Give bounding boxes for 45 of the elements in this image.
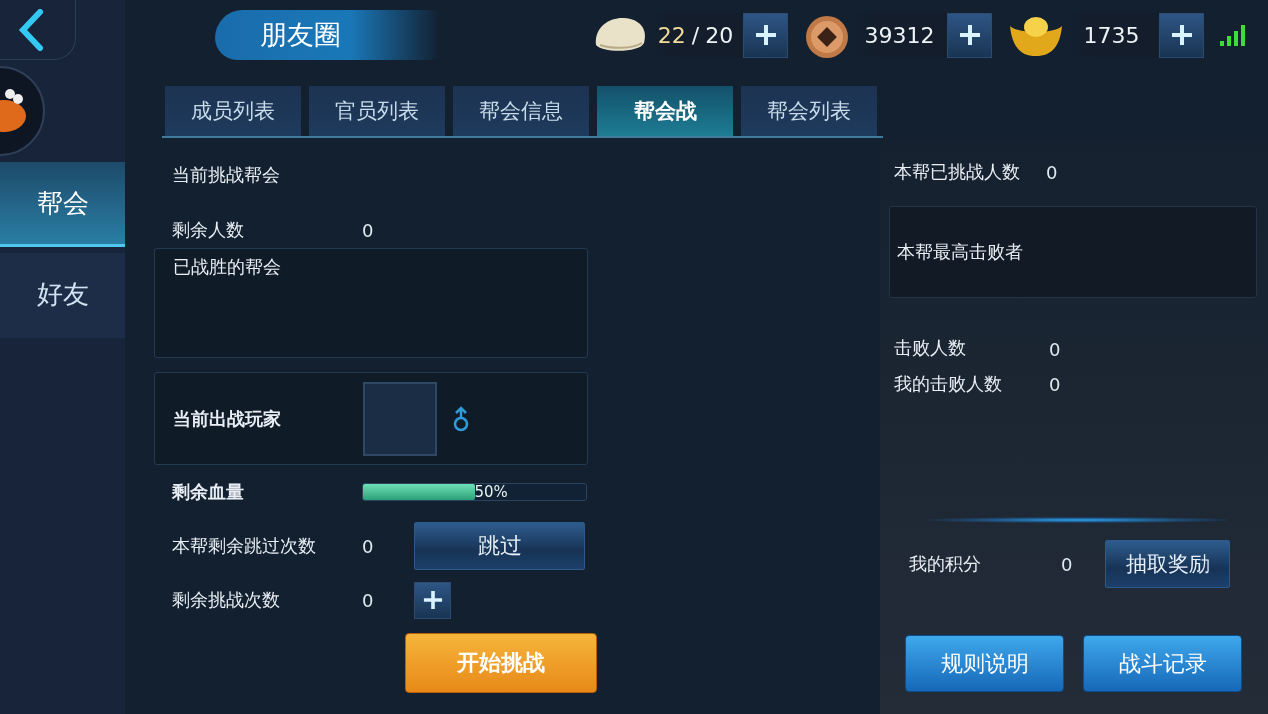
field-label: 本帮已挑战人数 [894,160,1021,184]
field-label: 我的积分 [909,552,982,576]
tab[interactable]: 帮会战 [597,86,733,136]
page-title: 朋友圈 [215,10,440,60]
plus-icon [958,24,981,46]
action-button[interactable]: 战斗记录 [1083,635,1242,692]
field-label: 剩余血量 [172,480,245,504]
add-button[interactable] [743,12,788,58]
action-button[interactable]: 规则说明 [905,635,1064,692]
field-label: 本帮剩余跳过次数 [172,534,317,558]
plus-icon [1170,24,1193,46]
tab[interactable]: 帮会信息 [453,86,589,136]
signal-icon [1220,24,1246,46]
draw-reward-button[interactable]: 抽取奖励 [1105,540,1230,588]
panel-title: 已战胜的帮会 [172,255,282,279]
field-value: 0 [1061,553,1074,575]
field-value: 0 [362,589,375,611]
field-label: 剩余人数 [172,218,245,242]
field-label: 击败人数 [894,336,967,360]
hp-reading: 50% [474,483,508,501]
add-button[interactable] [947,12,992,58]
field-value: 0 [1046,161,1059,183]
plus-icon [754,24,777,46]
avatar[interactable] [0,66,46,156]
back-icon [18,8,44,51]
section-label: 当前挑战帮会 [172,163,281,187]
tab[interactable]: 官员列表 [309,86,445,136]
field-label: 我的击败人数 [894,372,1003,396]
back-button[interactable] [0,0,76,60]
tab[interactable]: 成员列表 [165,86,301,136]
add-button[interactable] [414,581,451,619]
side-tab[interactable]: 好友 [0,253,125,338]
add-button[interactable] [1159,12,1204,58]
side-tab[interactable]: 帮会 [0,162,125,247]
field-label: 当前出战玩家 [173,406,282,431]
tab[interactable]: 帮会列表 [741,86,877,136]
plus-icon [422,590,443,610]
panel-title: 本帮最高击败者 [897,240,1023,264]
field-value: 0 [362,535,375,557]
field-value: 0 [1049,373,1062,395]
field-label: 剩余挑战次数 [172,588,281,612]
field-value: 0 [1049,339,1062,360]
male-icon [453,405,469,432]
field-value: 0 [362,219,375,241]
skip-button[interactable]: 跳过 [414,522,585,570]
